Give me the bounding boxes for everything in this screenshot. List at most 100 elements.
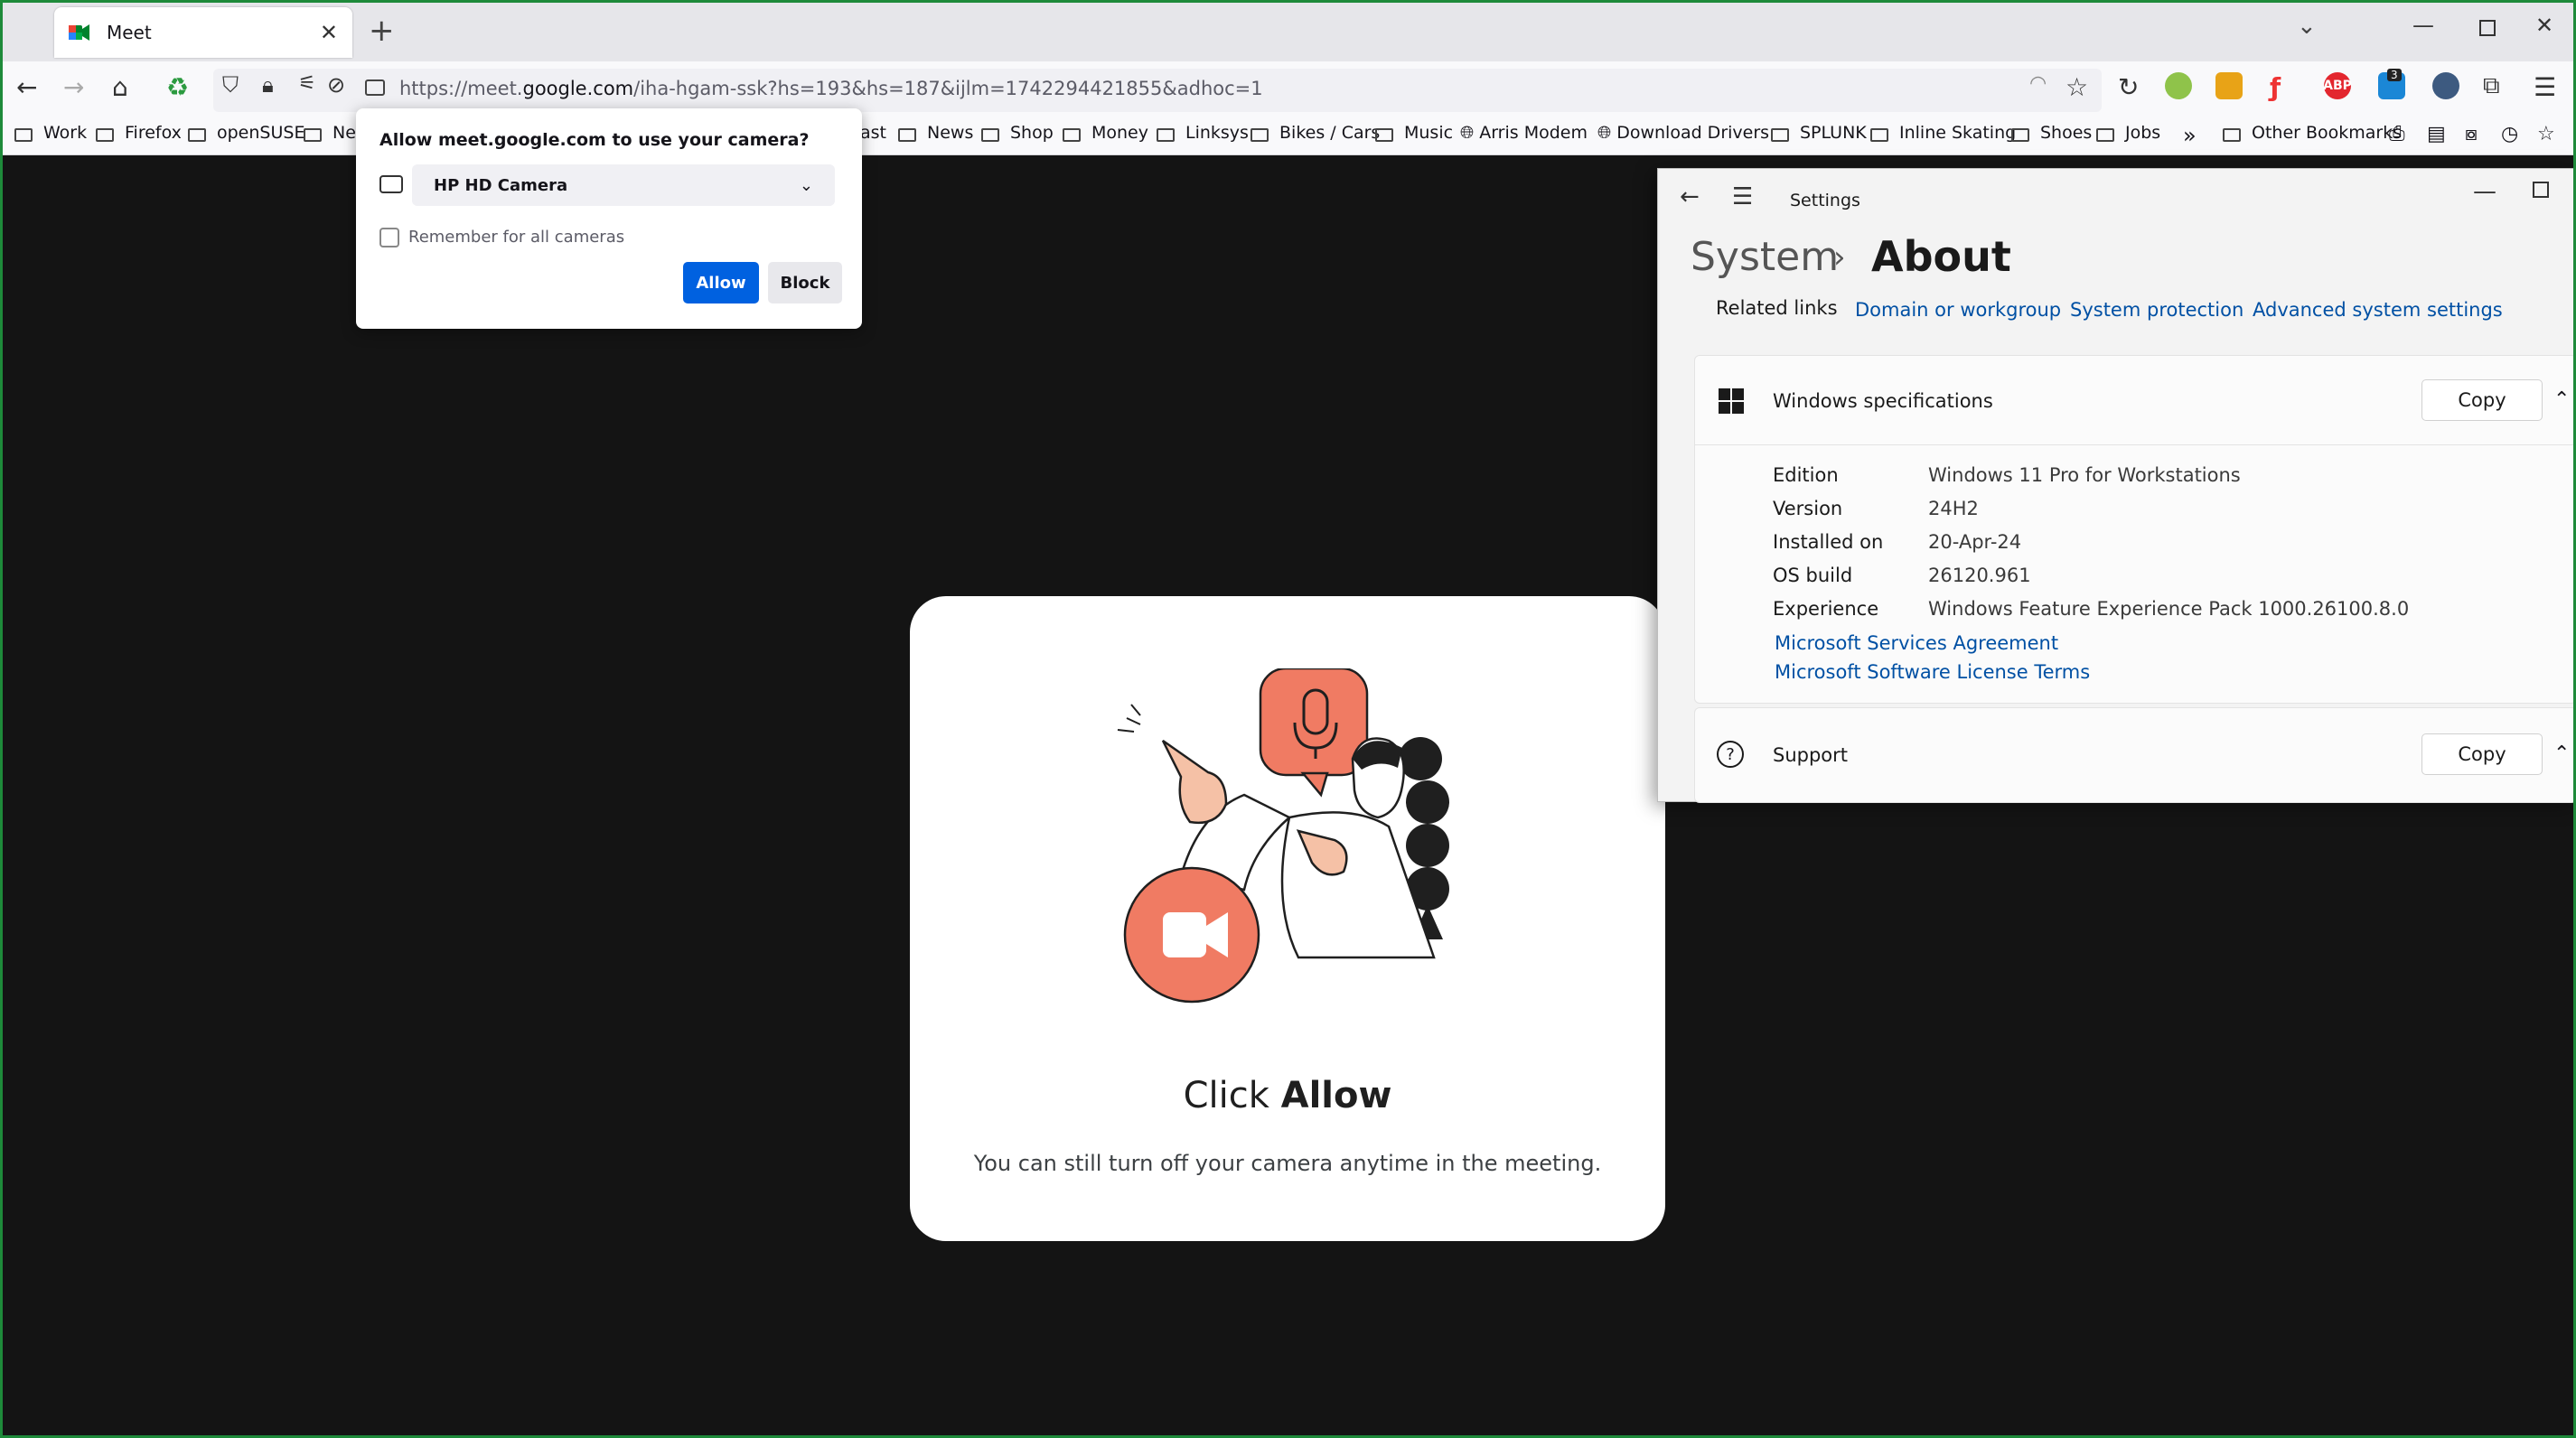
bookmark-linksys[interactable]: Linksys — [1157, 123, 1249, 143]
extension-dark-icon[interactable] — [2432, 72, 2459, 99]
bookmarks-manager-icon[interactable]: ☆ — [2537, 123, 2555, 145]
copy-support-button[interactable]: Copy — [2421, 733, 2543, 775]
extensions-puzzle-icon[interactable]: ⧉ — [2483, 72, 2500, 100]
remember-checkbox[interactable] — [379, 228, 399, 247]
print-icon[interactable]: ⎙ — [2389, 123, 2405, 145]
chevron-up-icon[interactable]: ⌃ — [2553, 388, 2570, 411]
folder-icon — [1771, 127, 1789, 142]
new-tab-icon[interactable]: + — [369, 13, 395, 49]
block-button[interactable]: Block — [768, 262, 842, 303]
bookmark-work[interactable]: Work — [14, 123, 87, 143]
spec-key-edition: Edition — [1773, 464, 1839, 486]
forward-icon[interactable]: → — [63, 72, 84, 102]
page-title: About — [1871, 232, 2011, 281]
app-menu-icon[interactable]: ☰ — [2534, 72, 2556, 102]
spec-key-installed-on: Installed on — [1773, 531, 1884, 553]
bookmark-inline-skating[interactable]: Inline Skating — [1870, 123, 2016, 143]
camera-permission-popup: Allow meet.google.com to use your camera… — [356, 108, 862, 329]
minimize-icon[interactable]: — — [2412, 13, 2434, 38]
folder-icon — [188, 127, 206, 142]
spec-key-experience: Experience — [1773, 598, 1879, 620]
extension-green-icon[interactable] — [2165, 72, 2192, 99]
folder-icon — [96, 127, 114, 142]
minimize-icon[interactable]: — — [2473, 178, 2496, 205]
license-terms-link[interactable]: Microsoft Software License Terms — [1775, 661, 2090, 683]
settings-window: ← ☰ Settings — System › About Related li… — [1657, 168, 2576, 803]
bookmark-star-icon[interactable]: ☆ — [2065, 72, 2088, 102]
advanced-system-settings-link[interactable]: Advanced system settings — [2253, 299, 2503, 321]
camera-device-select[interactable]: HP HD Camera ⌄ — [412, 164, 835, 206]
extension-shield-icon[interactable] — [2215, 72, 2243, 99]
extension-flash-icon[interactable]: ƒ — [2270, 72, 2281, 102]
bookmark-arris-modem[interactable]: 🌐︎ Arris Modem — [1460, 123, 1588, 143]
spec-value-edition: Windows 11 Pro for Workstations — [1928, 464, 2241, 486]
bookmark-jobs[interactable]: Jobs — [2096, 123, 2160, 143]
reader-view-icon[interactable]: ◠ — [2029, 72, 2047, 95]
folder-icon — [981, 127, 999, 142]
permissions-icon[interactable]: ⚟ — [298, 72, 316, 95]
bookmark-opensuse[interactable]: openSUSE — [188, 123, 304, 143]
chevron-down-icon: ⌄ — [799, 175, 813, 195]
bookmark-splunk[interactable]: SPLUNK — [1771, 123, 1867, 143]
allow-button[interactable]: Allow — [683, 262, 759, 303]
home-icon[interactable]: ⌂ — [112, 72, 128, 102]
domain-workgroup-link[interactable]: Domain or workgroup — [1855, 299, 2061, 321]
history-icon[interactable]: ◷ — [2501, 123, 2518, 145]
bookmark-news[interactable]: News — [898, 123, 973, 143]
back-icon[interactable]: ← — [1680, 183, 1700, 210]
copy-specs-button[interactable]: Copy — [2421, 379, 2543, 421]
bookmark-ast[interactable]: ast — [860, 123, 886, 143]
back-icon[interactable]: ← — [16, 72, 37, 102]
spec-value-os-build: 26120.961 — [1928, 565, 2031, 586]
bookmarks-overflow-icon[interactable]: » — [2183, 123, 2197, 148]
card-subtitle: You can still turn off your camera anyti… — [973, 1151, 1602, 1176]
bookmark-money[interactable]: Money — [1063, 123, 1148, 143]
windows-specifications-heading: Windows specifications — [1773, 390, 1993, 412]
bookmark-music[interactable]: Music — [1375, 123, 1453, 143]
click-allow-heading: Click Allow — [1183, 1075, 1392, 1116]
close-tab-icon[interactable]: ✕ — [320, 20, 338, 45]
maximize-icon[interactable] — [2479, 20, 2496, 36]
divider — [1695, 444, 2576, 445]
folder-icon — [14, 127, 33, 142]
reload-icon[interactable]: ↻ — [2118, 72, 2139, 102]
bookmark-other-bookmarks[interactable]: Other Bookmarks — [2223, 123, 2402, 143]
screenshot-icon[interactable]: ⧇ — [2465, 123, 2478, 145]
camera-permission-card: Click Allow You can still turn off your … — [910, 596, 1665, 1241]
support-heading: Support — [1773, 744, 1849, 766]
close-window-icon[interactable]: ✕ — [2535, 13, 2553, 38]
bookmark-shoes[interactable]: Shoes — [2011, 123, 2092, 143]
recycle-extension-icon[interactable]: ♻ — [166, 72, 189, 102]
tab-meet[interactable]: Meet ✕ — [54, 7, 352, 58]
tab-title: Meet — [107, 22, 152, 43]
url-text[interactable]: https://meet.google.com/iha-hgam-ssk?hs=… — [399, 78, 1263, 99]
tracking-protection-icon[interactable]: ⛉ — [222, 72, 239, 98]
camera-device-label: HP HD Camera — [434, 175, 568, 195]
remember-label[interactable]: Remember for all cameras — [408, 228, 624, 247]
spec-key-os-build: OS build — [1773, 565, 1853, 586]
bookmark-bikes-cars[interactable]: Bikes / Cars — [1251, 123, 1380, 143]
bookmark-firefox[interactable]: Firefox — [96, 123, 182, 143]
lock-icon[interactable]: 🔒︎ — [262, 72, 274, 98]
bookmark-net[interactable]: Net — [304, 123, 362, 143]
services-agreement-link[interactable]: Microsoft Services Agreement — [1775, 632, 2058, 654]
permission-question: Allow meet.google.com to use your camera… — [379, 130, 810, 150]
camera-blocked-icon[interactable]: ⊘ — [327, 72, 345, 98]
list-all-tabs-icon[interactable]: ⌄ — [2297, 13, 2317, 40]
breadcrumb-system[interactable]: System — [1691, 234, 1839, 280]
bookmark-shop[interactable]: Shop — [981, 123, 1054, 143]
related-links-label: Related links — [1716, 297, 1838, 319]
chevron-up-icon[interactable]: ⌃ — [2553, 742, 2570, 765]
spec-value-installed-on: 20-Apr-24 — [1928, 531, 2022, 553]
folder-icon — [1251, 127, 1269, 142]
maximize-icon[interactable] — [2533, 182, 2549, 198]
sidebar-icon[interactable]: ▤ — [2427, 123, 2446, 145]
spec-key-version: Version — [1773, 498, 1843, 519]
adblock-plus-icon[interactable]: ABP — [2323, 72, 2352, 99]
spec-value-experience: Windows Feature Experience Pack 1000.261… — [1928, 598, 2410, 620]
bookmark-download-drivers[interactable]: 🌐︎ Download Drivers — [1597, 123, 1769, 143]
camera-permission-icon[interactable] — [365, 79, 385, 96]
system-protection-link[interactable]: System protection — [2070, 299, 2243, 321]
hamburger-menu-icon[interactable]: ☰ — [1732, 183, 1753, 210]
chevron-right-icon: › — [1833, 239, 1846, 275]
